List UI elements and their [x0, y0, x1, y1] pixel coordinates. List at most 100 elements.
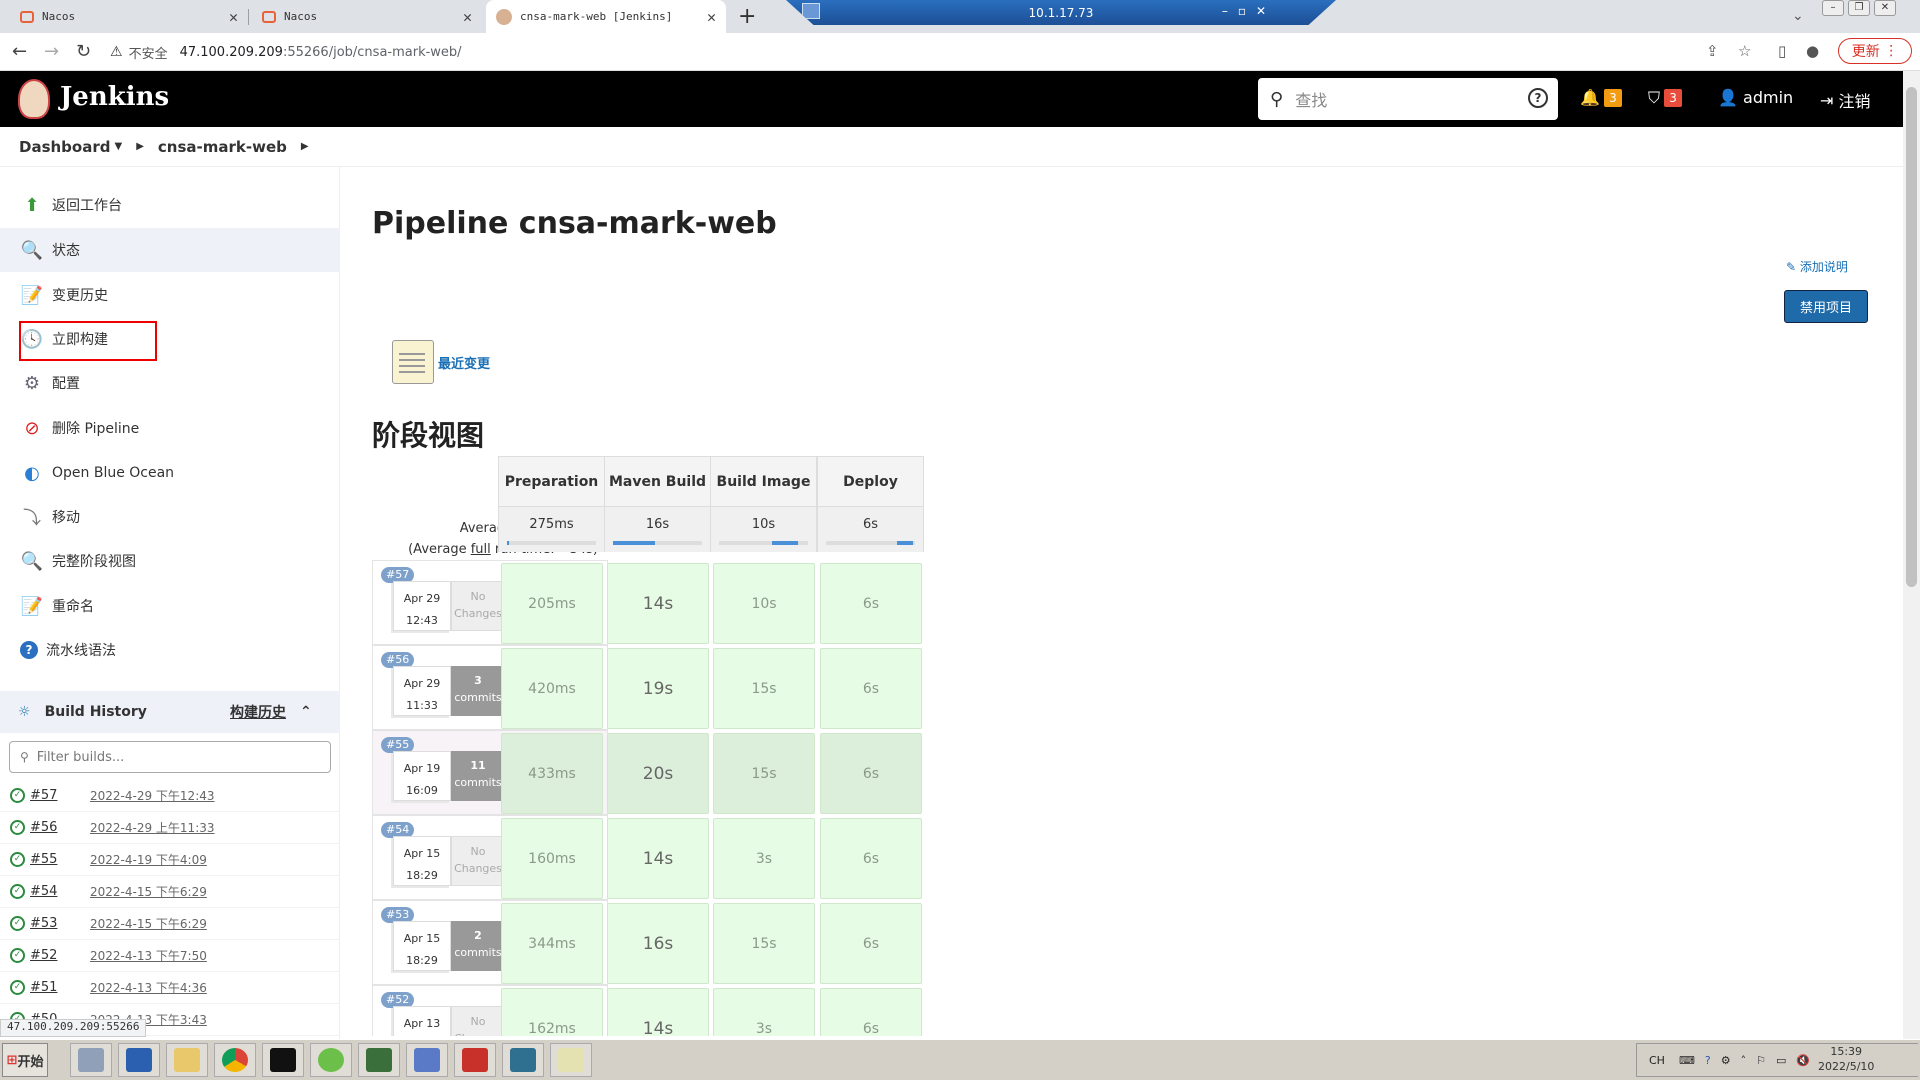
build-date-link[interactable]: 2022-4-19 下午4:09 [90, 851, 207, 868]
build-date-link[interactable]: 2022-4-13 下午7:50 [90, 947, 207, 964]
task-back-to-dashboard[interactable]: ⬆ 返回工作台 [0, 183, 340, 227]
share-icon[interactable]: ⇪ [1706, 42, 1719, 60]
restore-icon[interactable]: ❐ [1848, 0, 1870, 16]
breadcrumb-dashboard[interactable]: Dashboard [19, 138, 110, 156]
stage-cell[interactable]: 6s [820, 818, 922, 899]
task-pipeline-syntax[interactable]: ? 流水线语法 [0, 628, 340, 672]
close-tab-icon[interactable]: ✕ [463, 8, 472, 26]
new-tab-icon[interactable]: + [738, 4, 756, 29]
forward-arrow-icon[interactable]: → [44, 41, 59, 62]
stage-cell[interactable]: 344ms [501, 903, 603, 984]
filter-builds-input[interactable]: ⚲ Filter builds... [9, 741, 331, 773]
taskbar-app-lock[interactable] [502, 1043, 544, 1077]
stage-cell[interactable]: 10s [713, 563, 815, 644]
stage-cell[interactable]: 15s [713, 648, 815, 729]
task-rename[interactable]: 📝 重命名 [0, 584, 340, 628]
stage-cell[interactable]: 14s [607, 563, 709, 644]
system-clock[interactable]: 15:39 2022/5/10 [1818, 1044, 1874, 1074]
browser-tab-nacos-2[interactable]: Nacos ✕ [252, 0, 482, 33]
taskbar-app-chrome[interactable] [214, 1043, 256, 1077]
stage-cell[interactable]: 14s [607, 818, 709, 899]
taskbar-app-computer[interactable] [70, 1043, 112, 1077]
stage-cell[interactable]: 420ms [501, 648, 603, 729]
stage-cell[interactable]: 160ms [501, 818, 603, 899]
profile-icon[interactable]: ● [1806, 42, 1819, 60]
stage-cell[interactable]: 15s [713, 903, 815, 984]
stage-cell[interactable]: 19s [607, 648, 709, 729]
task-changes[interactable]: 📝 变更历史 [0, 273, 340, 317]
breadcrumb-separator-icon[interactable]: ▶ [301, 141, 309, 152]
close-tab-icon[interactable]: ✕ [707, 8, 716, 26]
task-move[interactable]: ⤵ 移动 [0, 495, 340, 539]
build-date-link[interactable]: 2022-4-29 下午12:43 [90, 787, 215, 804]
search-box[interactable]: ⚲ 查找 ? [1258, 78, 1558, 120]
build-number-link[interactable]: #55 [30, 852, 90, 867]
logout-link[interactable]: ⇥ 注销 [1820, 88, 1871, 112]
back-arrow-icon[interactable]: ← [12, 41, 27, 62]
display-icon[interactable]: ▭ [1776, 1054, 1786, 1067]
chevron-down-icon[interactable]: ⌄ [1792, 8, 1804, 24]
window-controls-icon[interactable]: –▫✕ [1222, 4, 1276, 18]
stage-cell[interactable]: 6s [820, 648, 922, 729]
stage-cell[interactable]: 14s [607, 988, 709, 1036]
run-changes[interactable]: 2 commits [451, 921, 505, 971]
taskbar-app-chart[interactable] [550, 1043, 592, 1077]
browser-tab-nacos-1[interactable]: Nacos ✕ [10, 0, 248, 33]
build-number-link[interactable]: #53 [30, 916, 90, 931]
stage-cell[interactable]: 6s [820, 563, 922, 644]
stage-cell[interactable]: 3s [713, 988, 815, 1036]
stage-cell[interactable]: 16s [607, 903, 709, 984]
jenkins-title[interactable]: Jenkins [60, 82, 169, 112]
chevron-down-icon[interactable]: ▼ [114, 141, 122, 152]
taskbar-app-monitor[interactable] [358, 1043, 400, 1077]
task-status[interactable]: 🔍 状态 [0, 228, 340, 272]
stage-cell[interactable]: 205ms [501, 563, 603, 644]
breadcrumb-job[interactable]: cnsa-mark-web [158, 138, 287, 156]
close-tab-icon[interactable]: ✕ [229, 8, 238, 26]
bookmark-star-icon[interactable]: ☆ [1738, 42, 1751, 60]
taskbar-app-network[interactable] [406, 1043, 448, 1077]
notifications-button[interactable]: 🔔 3 [1580, 88, 1622, 107]
build-number-link[interactable]: #51 [30, 980, 90, 995]
stage-cell[interactable]: 15s [713, 733, 815, 814]
build-number-link[interactable]: #54 [30, 884, 90, 899]
collapse-icon[interactable]: ⌃ [300, 704, 312, 720]
build-trend-link[interactable]: 构建历史 [230, 702, 286, 722]
flag-icon[interactable]: ⚐ [1756, 1054, 1766, 1067]
run-changes[interactable]: 3 commits [451, 666, 505, 716]
stage-cell[interactable]: 3s [713, 818, 815, 899]
stage-cell[interactable]: 6s [820, 988, 922, 1036]
taskbar-app-redis[interactable] [454, 1043, 496, 1077]
task-open-blue-ocean[interactable]: ◐ Open Blue Ocean [0, 451, 340, 495]
jenkins-logo-icon[interactable] [18, 79, 50, 119]
close-icon[interactable]: ✕ [1874, 0, 1896, 16]
user-menu[interactable]: 👤 admin [1718, 88, 1793, 107]
ime-icon[interactable]: ⚙ [1721, 1054, 1731, 1067]
update-button[interactable]: 更新 ⋮ [1838, 38, 1912, 64]
taskbar-app-explorer[interactable] [166, 1043, 208, 1077]
build-date-link[interactable]: 2022-4-13 下午4:36 [90, 979, 207, 996]
scrollbar-thumb[interactable] [1906, 87, 1917, 587]
stage-cell[interactable]: 6s [820, 733, 922, 814]
reload-icon[interactable]: ↻ [76, 41, 91, 62]
expand-tray-icon[interactable]: ˄ [1741, 1054, 1747, 1067]
recent-changes-link[interactable]: 最近变更 [392, 340, 490, 384]
run-changes[interactable]: 11 commits [451, 751, 505, 801]
stage-cell[interactable]: 6s [820, 903, 922, 984]
task-delete-pipeline[interactable]: ⊘ 删除 Pipeline [0, 406, 340, 450]
stage-cell[interactable]: 162ms [501, 988, 603, 1036]
help-icon[interactable]: ? [1528, 88, 1548, 108]
sidebar-icon[interactable]: ▯ [1778, 42, 1786, 60]
add-description-link[interactable]: ✎ 添加说明 [1786, 258, 1848, 275]
disable-project-button[interactable]: 禁用项目 [1784, 290, 1868, 323]
build-number-link[interactable]: #57 [30, 788, 90, 803]
start-button[interactable]: ⊞ 开始 [2, 1043, 48, 1077]
url-field[interactable]: ⚠ 不安全 47.100.209.209:55266/job/cnsa-mark… [110, 38, 1690, 66]
task-configure[interactable]: ⚙ 配置 [0, 361, 340, 405]
minimize-icon[interactable]: – [1822, 0, 1844, 16]
page-scrollbar[interactable] [1903, 71, 1920, 1039]
volume-muted-icon[interactable]: 🔇 [1796, 1054, 1810, 1067]
stage-cell[interactable]: 433ms [501, 733, 603, 814]
security-button[interactable]: ⛉ 3 [1648, 88, 1683, 108]
build-number-link[interactable]: #56 [30, 820, 90, 835]
